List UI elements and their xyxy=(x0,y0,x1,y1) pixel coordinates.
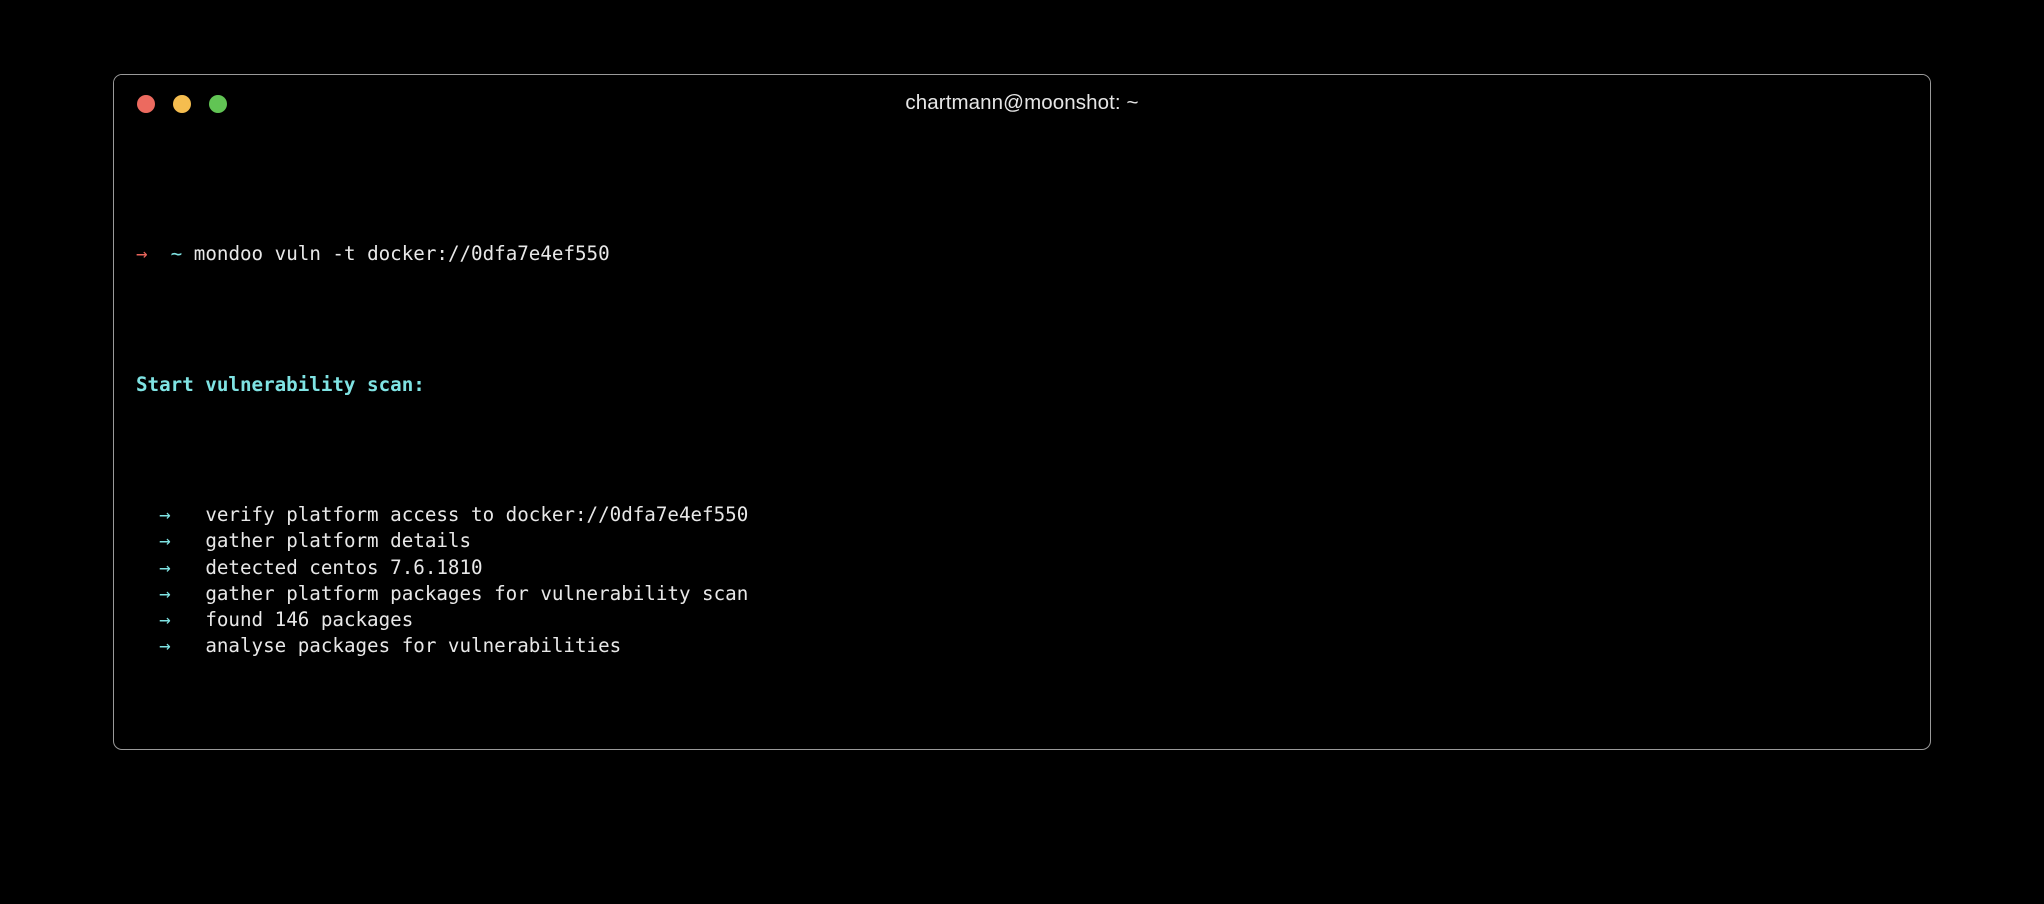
scan-step-label: gather platform packages for vulnerabili… xyxy=(205,581,749,605)
title-bar[interactable]: chartmann@moonshot: ~ xyxy=(114,75,1930,131)
command-text: mondoo vuln -t docker://0dfa7e4ef550 xyxy=(193,242,610,266)
step-arrow-icon: → xyxy=(159,529,171,553)
scan-step: → gather platform packages for vulnerabi… xyxy=(136,581,1930,607)
scan-step: → found 146 packages xyxy=(136,607,1930,633)
scan-step: → detected centos 7.6.1810 xyxy=(136,555,1930,581)
step-arrow-icon: → xyxy=(159,633,171,657)
prompt-arrow-icon: → xyxy=(136,242,148,266)
scan-step: → gather platform details xyxy=(136,528,1930,554)
window-title: chartmann@moonshot: ~ xyxy=(905,91,1139,114)
terminal-window[interactable]: chartmann@moonshot: ~ → ~ mondoo vuln -t… xyxy=(113,74,1931,750)
scan-heading: Start vulnerability scan: xyxy=(136,372,425,396)
scan-step: → analyse packages for vulnerabilities xyxy=(136,633,1930,659)
scan-step-list: → verify platform access to docker://0df… xyxy=(136,502,1930,659)
scan-step: → verify platform access to docker://0df… xyxy=(136,502,1930,528)
scan-step-label: detected centos 7.6.1810 xyxy=(205,555,483,579)
scan-step-label: gather platform details xyxy=(205,529,472,553)
step-arrow-icon: → xyxy=(159,581,171,605)
scan-step-label: verify platform access to docker://0dfa7… xyxy=(205,503,749,527)
terminal-output[interactable]: → ~ mondoo vuln -t docker://0dfa7e4ef550… xyxy=(114,131,1930,749)
scan-step-label: found 146 packages xyxy=(205,607,414,631)
step-arrow-icon: → xyxy=(159,607,171,631)
step-arrow-icon: → xyxy=(159,555,171,579)
prompt-line: → ~ mondoo vuln -t docker://0dfa7e4ef550 xyxy=(136,241,1930,267)
step-arrow-icon: → xyxy=(159,503,171,527)
scan-step-label: analyse packages for vulnerabilities xyxy=(205,633,622,657)
prompt-tilde: ~ xyxy=(170,242,183,266)
